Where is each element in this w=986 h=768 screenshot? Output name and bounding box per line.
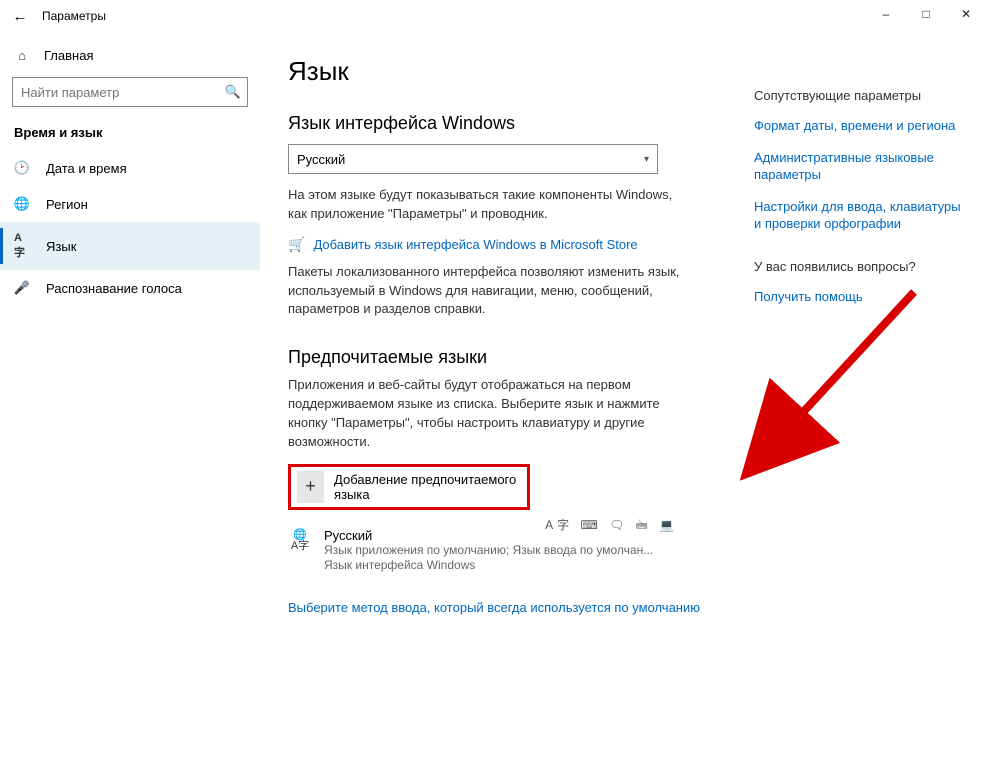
window-title: Параметры (42, 9, 106, 23)
close-icon: ✕ (961, 7, 971, 21)
questions-heading: У вас появились вопросы? (754, 259, 968, 274)
clock-icon: 🕑 (14, 160, 30, 176)
maximize-button[interactable]: □ (906, 0, 946, 28)
display-language-description: На этом языке будут показываться такие к… (288, 186, 688, 224)
search-icon: 🔍 (225, 84, 241, 100)
related-settings-heading: Сопутствующие параметры (754, 88, 968, 103)
back-button[interactable]: ← (6, 2, 34, 30)
related-link-input-keyboard[interactable]: Настройки для ввода, клавиатуры и провер… (754, 198, 968, 233)
page-title: Язык (288, 56, 726, 87)
titlebar: ← Параметры – □ ✕ (0, 0, 986, 32)
window-controls: – □ ✕ (866, 0, 986, 28)
store-icon: 🛒 (288, 236, 305, 253)
main-content: Язык Язык интерфейса Windows Русский ▾ Н… (260, 32, 746, 768)
globe-icon: 🌐 (14, 196, 30, 212)
display-language-heading: Язык интерфейса Windows (288, 113, 726, 134)
language-glyph-icon: 🌐A字 (288, 528, 312, 552)
nav-home[interactable]: ⌂ Главная (0, 42, 260, 69)
add-language-store-link[interactable]: Добавить язык интерфейса Windows в Micro… (313, 237, 637, 252)
home-icon: ⌂ (14, 48, 30, 63)
add-preferred-language-button[interactable]: + Добавление предпочитаемого языка (288, 464, 530, 510)
nav-item-speech[interactable]: 🎤 Распознавание голоса (0, 270, 260, 306)
search-box[interactable]: 🔍 (12, 77, 248, 107)
nav-item-date-time[interactable]: 🕑 Дата и время (0, 150, 260, 186)
add-language-label: Добавление предпочитаемого языка (334, 472, 521, 502)
nav-item-label: Регион (46, 197, 88, 212)
sidebar: ⌂ Главная 🔍 Время и язык 🕑 Дата и время … (0, 32, 260, 768)
display-language-combobox[interactable]: Русский ▾ (288, 144, 658, 174)
language-subtext-2: Язык интерфейса Windows (324, 558, 668, 574)
nav-home-label: Главная (44, 48, 93, 63)
default-input-method-link[interactable]: Выберите метод ввода, который всегда исп… (288, 600, 700, 615)
get-help-link[interactable]: Получить помощь (754, 288, 968, 306)
nav-item-language[interactable]: A字 Язык (0, 222, 260, 270)
right-panel: Сопутствующие параметры Формат даты, вре… (746, 32, 986, 768)
preferred-languages-description: Приложения и веб-сайты будут отображатьс… (288, 376, 688, 451)
minimize-icon: – (883, 7, 890, 21)
language-entry[interactable]: A字 ⌨ 🗨 🖮 💻 🌐A字 Русский Язык приложения п… (288, 528, 668, 574)
maximize-icon: □ (922, 7, 929, 21)
minimize-button[interactable]: – (866, 0, 906, 28)
combobox-value: Русский (297, 152, 345, 167)
microphone-icon: 🎤 (14, 280, 30, 296)
related-link-date-format[interactable]: Формат даты, времени и региона (754, 117, 968, 135)
language-icon: A字 (14, 232, 30, 260)
lip-description: Пакеты локализованного интерфейса позвол… (288, 263, 688, 320)
language-subtext-1: Язык приложения по умолчанию; Язык ввода… (324, 543, 668, 559)
sidebar-section-label: Время и язык (0, 121, 260, 150)
nav-item-region[interactable]: 🌐 Регион (0, 186, 260, 222)
nav-item-label: Распознавание голоса (46, 281, 182, 296)
arrow-left-icon: ← (13, 8, 28, 25)
chevron-down-icon: ▾ (644, 154, 649, 165)
language-feature-icons: A字 ⌨ 🗨 🖮 💻 (545, 516, 678, 537)
plus-icon: + (297, 471, 324, 503)
preferred-languages-heading: Предпочитаемые языки (288, 347, 726, 368)
nav-item-label: Дата и время (46, 161, 127, 176)
related-link-admin-language[interactable]: Административные языковые параметры (754, 149, 968, 184)
nav-item-label: Язык (46, 239, 76, 254)
close-button[interactable]: ✕ (946, 0, 986, 28)
search-input[interactable] (21, 85, 225, 100)
